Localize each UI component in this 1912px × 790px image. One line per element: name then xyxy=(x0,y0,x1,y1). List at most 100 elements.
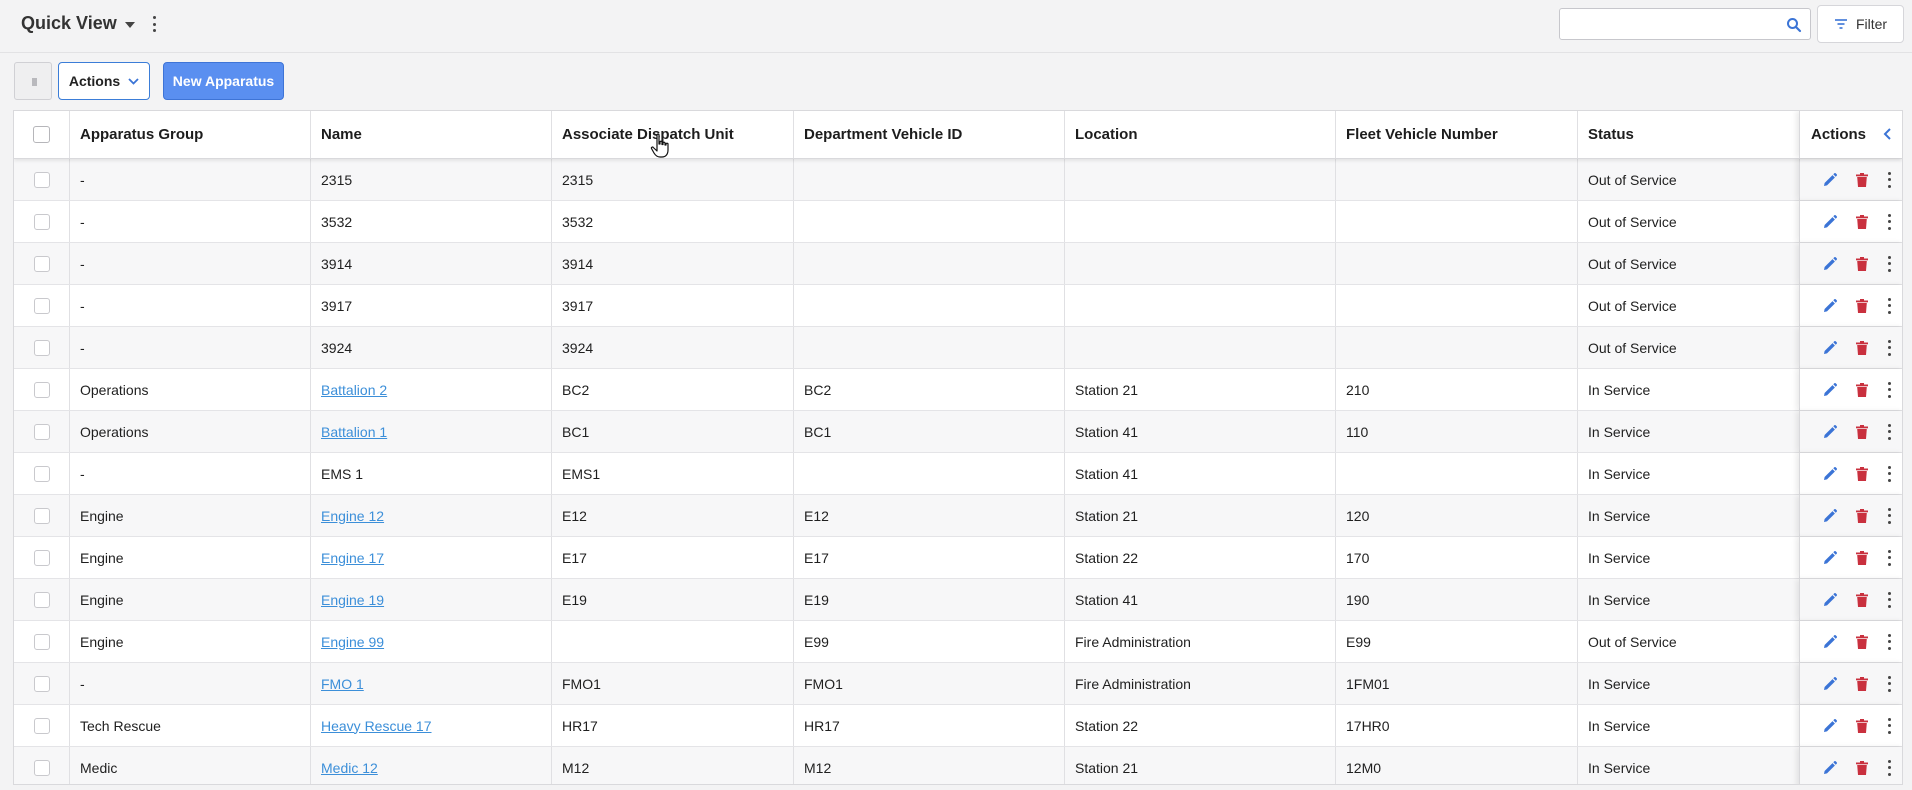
col-location[interactable]: Location xyxy=(1064,111,1335,158)
row-checkbox[interactable] xyxy=(33,465,50,482)
table-row[interactable]: - 2315 2315 Out of Service xyxy=(14,159,1902,201)
row-checkbox[interactable] xyxy=(33,213,50,230)
row-checkbox[interactable] xyxy=(33,255,50,272)
apparatus-name-link[interactable]: FMO 1 xyxy=(321,676,364,692)
row-checkbox[interactable] xyxy=(33,381,50,398)
page-menu-kebab-icon[interactable] xyxy=(150,16,158,32)
kebab-icon[interactable] xyxy=(1885,675,1893,692)
quick-view-dropdown[interactable]: Quick View xyxy=(21,13,135,34)
table-row[interactable]: Tech Rescue Heavy Rescue 17 HR17 HR17 Statio… xyxy=(14,705,1902,747)
search-icon[interactable] xyxy=(1786,17,1802,33)
apparatus-name-link[interactable]: Heavy Rescue 17 xyxy=(321,718,432,734)
kebab-icon[interactable] xyxy=(1885,339,1893,356)
pencil-icon[interactable] xyxy=(1821,297,1839,315)
table-row[interactable]: - 3924 3924 Out of Service xyxy=(14,327,1902,369)
col-fleet-vehicle-number[interactable]: Fleet Vehicle Number xyxy=(1335,111,1577,158)
chevron-left-icon[interactable] xyxy=(1880,126,1896,142)
kebab-icon[interactable] xyxy=(1885,633,1893,650)
apparatus-name-link[interactable]: Battalion 1 xyxy=(321,424,387,440)
trash-icon[interactable] xyxy=(1853,381,1871,399)
table-row[interactable]: - 3917 3917 Out of Service xyxy=(14,285,1902,327)
table-row[interactable]: - 3914 3914 Out of Service xyxy=(14,243,1902,285)
trash-icon[interactable] xyxy=(1853,423,1871,441)
row-checkbox[interactable] xyxy=(33,171,50,188)
kebab-icon[interactable] xyxy=(1885,465,1893,482)
select-all-checkbox[interactable] xyxy=(33,126,50,143)
pencil-icon[interactable] xyxy=(1821,675,1839,693)
trash-icon[interactable] xyxy=(1853,171,1871,189)
col-department-vehicle-id[interactable]: Department Vehicle ID xyxy=(793,111,1064,158)
table-row[interactable]: - 3532 3532 Out of Service xyxy=(14,201,1902,243)
trash-icon[interactable] xyxy=(1853,675,1871,693)
trash-icon[interactable] xyxy=(1853,255,1871,273)
pencil-icon[interactable] xyxy=(1821,213,1839,231)
trash-icon[interactable] xyxy=(1853,507,1871,525)
pencil-icon[interactable] xyxy=(1821,759,1839,777)
trash-icon[interactable] xyxy=(1853,297,1871,315)
kebab-icon[interactable] xyxy=(1885,381,1893,398)
row-checkbox[interactable] xyxy=(33,633,50,650)
pencil-icon[interactable] xyxy=(1821,633,1839,651)
apparatus-name-link[interactable]: Engine 99 xyxy=(321,634,384,650)
row-checkbox[interactable] xyxy=(33,507,50,524)
row-checkbox[interactable] xyxy=(33,423,50,440)
trash-icon[interactable] xyxy=(1853,213,1871,231)
table-row[interactable]: Engine Engine 12 E12 E12 Station 21 120 In Ser… xyxy=(14,495,1902,537)
pencil-icon[interactable] xyxy=(1821,717,1839,735)
kebab-icon[interactable] xyxy=(1885,255,1893,272)
pencil-icon[interactable] xyxy=(1821,381,1839,399)
new-apparatus-button[interactable]: New Apparatus xyxy=(163,62,284,100)
actions-dropdown[interactable]: Actions xyxy=(58,62,150,100)
kebab-icon[interactable] xyxy=(1885,591,1893,608)
kebab-icon[interactable] xyxy=(1885,171,1893,188)
col-status[interactable]: Status xyxy=(1577,111,1799,158)
trash-icon[interactable] xyxy=(1853,549,1871,567)
row-checkbox[interactable] xyxy=(33,591,50,608)
kebab-icon[interactable] xyxy=(1885,759,1893,776)
pencil-icon[interactable] xyxy=(1821,423,1839,441)
trash-icon[interactable] xyxy=(1853,633,1871,651)
table-row[interactable]: Operations Battalion 1 BC1 BC1 Station 41 110… xyxy=(14,411,1902,453)
col-associate-dispatch-unit[interactable]: Associate Dispatch Unit xyxy=(551,111,793,158)
apparatus-name-link[interactable]: Engine 19 xyxy=(321,592,384,608)
search-input[interactable] xyxy=(1568,10,1778,38)
pencil-icon[interactable] xyxy=(1821,171,1839,189)
trash-icon[interactable] xyxy=(1853,339,1871,357)
trash-icon[interactable] xyxy=(1853,759,1871,777)
row-checkbox[interactable] xyxy=(33,297,50,314)
kebab-icon[interactable] xyxy=(1885,549,1893,566)
trash-icon[interactable] xyxy=(1853,465,1871,483)
filter-button[interactable]: Filter xyxy=(1817,5,1904,43)
table-row[interactable]: - EMS 1 EMS1 Station 41 In Service xyxy=(14,453,1902,495)
table-row[interactable]: - FMO 1 FMO1 FMO1 Fire Administration 1FM01 In… xyxy=(14,663,1902,705)
pencil-icon[interactable] xyxy=(1821,591,1839,609)
table-row[interactable]: Engine Engine 99 E99 Fire Administration E99… xyxy=(14,621,1902,663)
table-row[interactable]: Engine Engine 17 E17 E17 Station 22 170 In Ser… xyxy=(14,537,1902,579)
search-box[interactable] xyxy=(1559,8,1811,40)
pencil-icon[interactable] xyxy=(1821,549,1839,567)
kebab-icon[interactable] xyxy=(1885,423,1893,440)
table-row[interactable]: Engine Engine 19 E19 E19 Station 41 190 In Ser… xyxy=(14,579,1902,621)
col-name[interactable]: Name xyxy=(310,111,551,158)
table-row[interactable]: Operations Battalion 2 BC2 BC2 Station 21 210… xyxy=(14,369,1902,411)
kebab-icon[interactable] xyxy=(1885,213,1893,230)
row-checkbox[interactable] xyxy=(33,339,50,356)
col-apparatus-group[interactable]: Apparatus Group xyxy=(69,111,310,158)
pencil-icon[interactable] xyxy=(1821,339,1839,357)
pencil-icon[interactable] xyxy=(1821,507,1839,525)
kebab-icon[interactable] xyxy=(1885,507,1893,524)
bulk-delete-button[interactable] xyxy=(14,62,52,100)
kebab-icon[interactable] xyxy=(1885,717,1893,734)
trash-icon[interactable] xyxy=(1853,591,1871,609)
row-checkbox[interactable] xyxy=(33,759,50,776)
row-checkbox[interactable] xyxy=(33,717,50,734)
pencil-icon[interactable] xyxy=(1821,465,1839,483)
apparatus-name-link[interactable]: Engine 12 xyxy=(321,508,384,524)
row-checkbox[interactable] xyxy=(33,549,50,566)
apparatus-name-link[interactable]: Medic 12 xyxy=(321,760,378,776)
apparatus-name-link[interactable]: Engine 17 xyxy=(321,550,384,566)
trash-icon[interactable] xyxy=(1853,717,1871,735)
apparatus-name-link[interactable]: Battalion 2 xyxy=(321,382,387,398)
table-row[interactable]: Medic Medic 12 M12 M12 Station 21 12M0 In Serv… xyxy=(14,747,1902,784)
row-checkbox[interactable] xyxy=(33,675,50,692)
